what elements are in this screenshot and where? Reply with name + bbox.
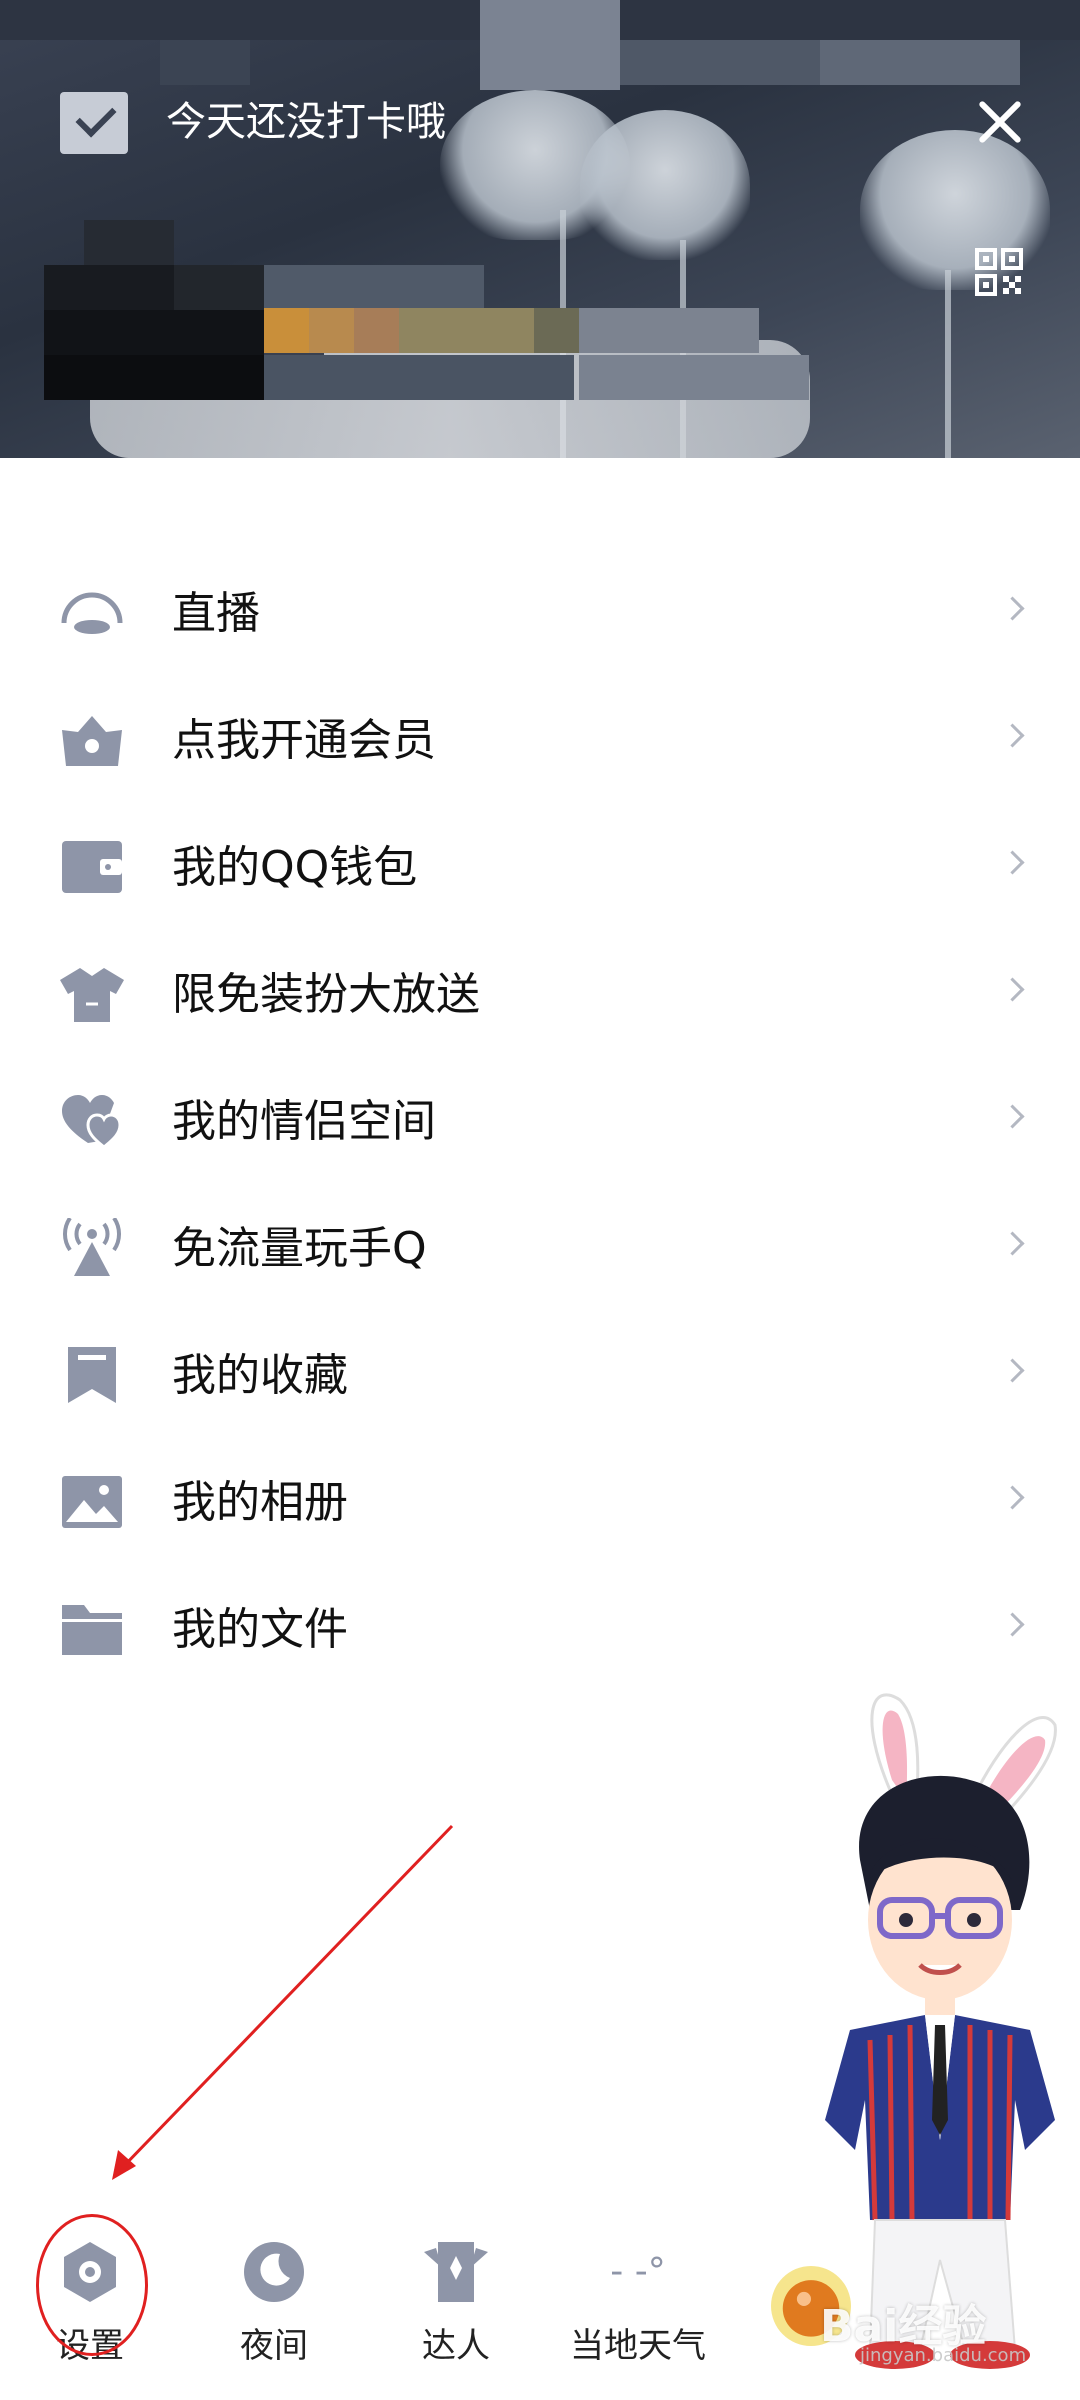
expert-label: 达人 bbox=[422, 2326, 490, 2366]
wallet-icon bbox=[62, 841, 122, 893]
menu-item-files[interactable]: 我的文件 bbox=[0, 1566, 1080, 1693]
live-icon bbox=[61, 592, 123, 634]
chevron-right-icon bbox=[1000, 596, 1025, 621]
menu-item-free-data[interactable]: 免流量玩手Q bbox=[0, 1185, 1080, 1312]
night-mode-label: 夜间 bbox=[240, 2326, 308, 2366]
menu-item-album[interactable]: 我的相册 bbox=[0, 1439, 1080, 1566]
chevron-right-icon bbox=[1000, 1612, 1025, 1637]
vip-icon bbox=[62, 716, 122, 766]
mosaic-block bbox=[620, 40, 820, 85]
expert-badge-icon bbox=[424, 2242, 488, 2302]
menu-item-live[interactable]: 直播 bbox=[0, 550, 1080, 677]
signal-tower-icon bbox=[62, 1218, 122, 1276]
pixelated-profile-info bbox=[44, 220, 844, 430]
menu-item-label: 我的QQ钱包 bbox=[172, 842, 418, 893]
folder-icon bbox=[62, 1605, 122, 1655]
menu-item-label: 我的情侣空间 bbox=[172, 1096, 436, 1147]
expert-button[interactable]: 达人 bbox=[386, 2190, 526, 2390]
dress-up-icon bbox=[60, 968, 124, 1022]
menu-item-label: 我的收藏 bbox=[172, 1350, 348, 1401]
menu-item-label: 免流量玩手Q bbox=[172, 1223, 427, 1274]
drawer-menu-list: 直播 点我开通会员 我的QQ钱包 限免装扮大放送 我的情侣空间 免流量玩手Q 我… bbox=[0, 550, 1080, 1693]
menu-item-vip[interactable]: 点我开通会员 bbox=[0, 677, 1080, 804]
chevron-right-icon bbox=[1000, 1231, 1025, 1256]
checkin-calendar-icon[interactable] bbox=[60, 92, 128, 154]
close-icon[interactable] bbox=[972, 94, 1028, 150]
menu-item-label: 直播 bbox=[172, 588, 260, 639]
chevron-right-icon bbox=[1000, 850, 1025, 875]
menu-item-label: 我的文件 bbox=[172, 1604, 348, 1655]
moon-icon bbox=[244, 2242, 304, 2302]
qr-code-icon[interactable] bbox=[975, 248, 1023, 296]
local-weather-button[interactable]: - -° 当地天气 bbox=[568, 2190, 708, 2390]
weather-temperature-icon: - -° bbox=[610, 2251, 666, 2292]
profile-header-banner: 今天还没打卡哦 bbox=[0, 0, 1080, 458]
mosaic-block bbox=[820, 40, 1020, 85]
weather-label: 当地天气 bbox=[570, 2326, 706, 2366]
menu-item-label: 限免装扮大放送 bbox=[172, 969, 480, 1020]
night-mode-button[interactable]: 夜间 bbox=[204, 2190, 344, 2390]
menu-item-couple-space[interactable]: 我的情侣空间 bbox=[0, 1058, 1080, 1185]
chevron-right-icon bbox=[1000, 977, 1025, 1002]
menu-item-label: 我的相册 bbox=[172, 1477, 348, 1528]
chevron-right-icon bbox=[1000, 1485, 1025, 1510]
menu-item-dress-up[interactable]: 限免装扮大放送 bbox=[0, 931, 1080, 1058]
chevron-right-icon bbox=[1000, 1104, 1025, 1129]
photo-album-icon bbox=[62, 1476, 122, 1528]
highlight-circle-annotation bbox=[36, 2214, 148, 2356]
mosaic-block bbox=[480, 0, 620, 90]
watermark-url: jingyan.baidu.com bbox=[860, 2345, 1027, 2366]
bookmark-icon bbox=[68, 1347, 116, 1403]
menu-item-label: 点我开通会员 bbox=[172, 715, 436, 766]
mosaic-block bbox=[160, 40, 250, 85]
flower-stem bbox=[945, 270, 951, 458]
menu-item-wallet[interactable]: 我的QQ钱包 bbox=[0, 804, 1080, 931]
menu-item-favorites[interactable]: 我的收藏 bbox=[0, 1312, 1080, 1439]
couple-hearts-icon bbox=[62, 1095, 122, 1149]
chevron-right-icon bbox=[1000, 723, 1025, 748]
chevron-right-icon bbox=[1000, 1358, 1025, 1383]
checkin-reminder-text[interactable]: 今天还没打卡哦 bbox=[166, 92, 446, 152]
